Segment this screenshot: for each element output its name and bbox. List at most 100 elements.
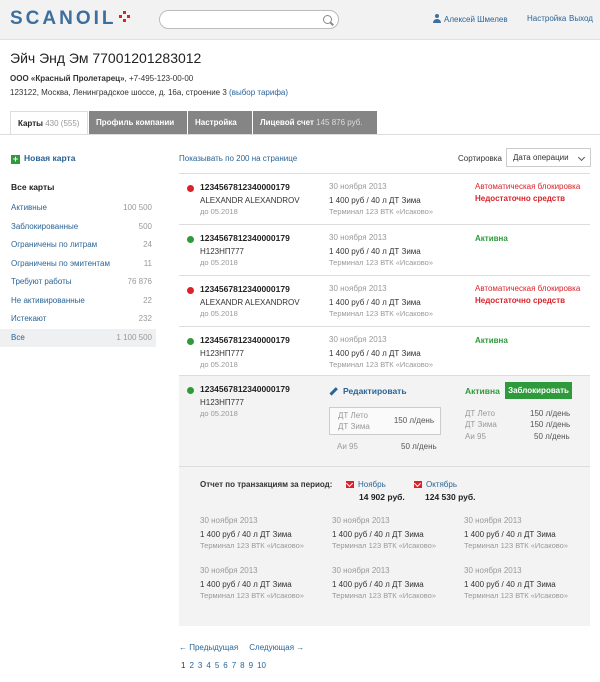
company-name: ООО «Красный Пролетарец» bbox=[10, 74, 125, 83]
new-card-label: Новая карта bbox=[24, 153, 76, 163]
filter-limited-issuers[interactable]: Ограничены по эмитентам 11 bbox=[0, 255, 156, 274]
card-status-reason: Недостаточно средств bbox=[475, 296, 566, 305]
sort-value: Дата операции bbox=[513, 153, 569, 162]
card-row[interactable]: 1234567812340000179 ALEXANDR ALEXANDROV … bbox=[179, 173, 590, 224]
card-row[interactable]: 1234567812340000179 Н123НП777 до 05.2018… bbox=[179, 224, 590, 275]
scanoil-logo[interactable]: SCANOIL bbox=[10, 8, 117, 30]
last-tx-terminal: Терминал 123 ВТК «Исаково» bbox=[329, 207, 434, 216]
search-input[interactable] bbox=[159, 10, 339, 29]
user-menu[interactable]: Алексей Шмелев bbox=[433, 14, 508, 24]
last-tx-amount: 1 400 руб / 40 л ДТ Зима bbox=[329, 247, 421, 256]
status-dot-icon bbox=[187, 287, 194, 294]
search-icon[interactable] bbox=[323, 15, 332, 24]
divider bbox=[179, 466, 590, 467]
tx-terminal: Терминал 123 ВТК «Исаково» bbox=[464, 541, 569, 550]
filter-not-activated[interactable]: Не активированные 22 bbox=[0, 292, 156, 311]
card-holder: ALEXANDR ALEXANDROV bbox=[200, 298, 300, 307]
card-number[interactable]: 1234567812340000179 bbox=[200, 233, 290, 243]
edit-label: Редактировать bbox=[343, 386, 407, 396]
last-tx-date: 30 ноября 2013 bbox=[329, 233, 387, 242]
tab-settings[interactable]: Настройка bbox=[188, 111, 252, 134]
page-link[interactable]: 7 bbox=[232, 661, 236, 670]
last-tx-amount: 1 400 руб / 40 л ДТ Зима bbox=[329, 298, 421, 307]
sort-label: Сортировка bbox=[458, 154, 502, 163]
filter-count: 232 bbox=[138, 314, 152, 323]
tariff-link[interactable]: (выбор тарифа) bbox=[229, 88, 288, 97]
sort-select[interactable]: Дата операции bbox=[506, 148, 591, 167]
last-tx-terminal: Терминал 123 ВТК «Исаково» bbox=[329, 309, 434, 318]
block-button[interactable]: Заблокировать bbox=[505, 382, 572, 399]
page-link[interactable]: 2 bbox=[189, 661, 193, 670]
filter-expiring[interactable]: Истекают 232 bbox=[0, 310, 156, 329]
card-holder: Н123НП777 bbox=[200, 398, 244, 407]
tx-terminal: Терминал 123 ВТК «Исаково» bbox=[464, 591, 569, 600]
tab-count: 430 (555) bbox=[45, 119, 80, 128]
tx-date: 30 ноября 2013 bbox=[464, 516, 522, 525]
next-page-link[interactable]: Следующая → bbox=[249, 643, 304, 652]
page-link-current[interactable]: 1 bbox=[181, 661, 185, 670]
tab-account[interactable]: Лицевой счет 145 876 руб. bbox=[253, 111, 377, 134]
month-october[interactable]: Октябрь bbox=[414, 480, 457, 489]
limit-fuel: Аи 95 bbox=[337, 442, 358, 451]
new-card-button[interactable]: + Новая карта bbox=[11, 153, 75, 164]
card-status: Автоматическая блокировка bbox=[475, 284, 581, 293]
page-link[interactable]: 4 bbox=[206, 661, 210, 670]
edit-button[interactable]: Редактировать bbox=[329, 386, 407, 396]
tab-divider bbox=[0, 134, 600, 135]
page-link[interactable]: 8 bbox=[240, 661, 244, 670]
filter-label: Истекают bbox=[11, 314, 47, 323]
filter-active[interactable]: Активные 100 500 bbox=[0, 199, 156, 218]
filter-need-work[interactable]: Требуют работы 76 876 bbox=[0, 273, 156, 292]
limit-editor[interactable]: ДТ Лето 150 л/день ДТ Зима bbox=[329, 407, 441, 435]
last-tx-date: 30 ноября 2013 bbox=[329, 335, 387, 344]
mail-icon bbox=[414, 481, 422, 488]
prev-page-link[interactable]: ← Предыдущая bbox=[179, 643, 238, 652]
page-link[interactable]: 10 bbox=[257, 661, 266, 670]
tx-terminal: Терминал 123 ВТК «Исаково» bbox=[200, 541, 305, 550]
report-label: Отчет по транзакциям за период: bbox=[200, 480, 333, 489]
card-status: Активна bbox=[475, 336, 508, 345]
logout-link[interactable]: Выход bbox=[569, 14, 593, 23]
company-address: 123122, Москва, Ленинградское шоссе, д. … bbox=[10, 88, 227, 97]
limit-value: 150 л/день bbox=[393, 416, 434, 425]
card-expiry: до 05.2018 bbox=[200, 309, 238, 318]
filter-label: Все bbox=[11, 332, 25, 342]
chevron-down-icon bbox=[577, 153, 586, 162]
tx-amount: 1 400 руб / 40 л ДТ Зима bbox=[464, 530, 556, 539]
page-link[interactable]: 5 bbox=[215, 661, 219, 670]
tx-date: 30 ноября 2013 bbox=[464, 566, 522, 575]
limit-fuel: ДТ Лето bbox=[465, 409, 495, 418]
filter-limited-liters[interactable]: Ограничены по литрам 24 bbox=[0, 236, 156, 255]
filter-blocked[interactable]: Заблокированные 500 bbox=[0, 218, 156, 237]
last-tx-terminal: Терминал 123 ВТК «Исаково» bbox=[329, 258, 434, 267]
page-link[interactable]: 3 bbox=[198, 661, 202, 670]
tab-company-profile[interactable]: Профиль компании bbox=[89, 111, 187, 134]
last-tx-amount: 1 400 руб / 40 л ДТ Зима bbox=[329, 349, 421, 358]
company-phone: , +7-495-123-00-00 bbox=[124, 74, 194, 83]
per-page-link[interactable]: Показывать по 200 на странице bbox=[179, 154, 297, 163]
tab-cards[interactable]: Карты 430 (555) bbox=[10, 111, 88, 134]
card-status: Активна bbox=[475, 234, 508, 243]
page-link[interactable]: 9 bbox=[249, 661, 253, 670]
settings-link[interactable]: Настройка bbox=[527, 14, 566, 23]
card-holder: Н123НП777 bbox=[200, 349, 244, 358]
card-status-reason: Недостаточно средств bbox=[475, 194, 566, 203]
card-number[interactable]: 1234567812340000179 bbox=[200, 335, 290, 345]
tx-date: 30 ноября 2013 bbox=[332, 516, 390, 525]
month-name: Октябрь bbox=[426, 480, 458, 489]
filter-all[interactable]: Все 1 100 500 bbox=[0, 328, 156, 347]
month-sum: 14 902 руб. bbox=[359, 492, 405, 502]
card-row[interactable]: 1234567812340000179 ALEXANDR ALEXANDROV … bbox=[179, 275, 590, 326]
logo-cross-icon bbox=[119, 11, 130, 22]
card-number[interactable]: 1234567812340000179 bbox=[200, 384, 290, 394]
limit-fuel: ДТ Зима bbox=[338, 422, 370, 431]
card-row[interactable]: 1234567812340000179 Н123НП777 до 05.2018… bbox=[179, 326, 590, 377]
month-november[interactable]: Ноябрь bbox=[346, 480, 386, 489]
card-number[interactable]: 1234567812340000179 bbox=[200, 182, 290, 192]
filter-count: 500 bbox=[138, 221, 152, 231]
card-expiry: до 05.2018 bbox=[200, 409, 238, 418]
card-number[interactable]: 1234567812340000179 bbox=[200, 284, 290, 294]
filter-label: Ограничены по эмитентам bbox=[11, 258, 110, 268]
page-numbers: 1 2 3 4 5 6 7 8 9 10 bbox=[181, 661, 270, 670]
page-link[interactable]: 6 bbox=[223, 661, 227, 670]
